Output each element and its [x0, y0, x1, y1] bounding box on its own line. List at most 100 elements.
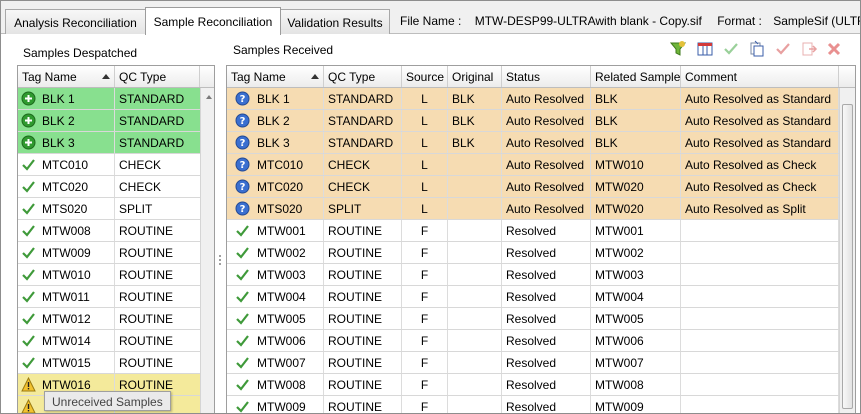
qc-type-cell: STANDARD — [119, 92, 185, 106]
tag-name-text: MTC020 — [257, 180, 304, 194]
svg-text:?: ? — [240, 160, 246, 171]
despatched-row[interactable]: MTS020 SPLIT — [18, 198, 200, 220]
qc-type-cell: ROUTINE — [324, 264, 402, 285]
tag-name-cell: MTW006 — [227, 330, 324, 351]
received-row[interactable]: ? BLK 1 STANDARD L BLK Auto Resolved BLK Auto R… — [227, 88, 839, 110]
accept-icon[interactable] — [722, 40, 740, 58]
file-name-label: File Name : — [400, 14, 462, 28]
despatched-col-qc-type[interactable]: QC Type — [115, 66, 200, 87]
received-row[interactable]: MTW009 ROUTINE F Resolved MTW009 — [227, 396, 839, 413]
received-scrollbar-thumb[interactable] — [842, 104, 853, 409]
despatched-row[interactable]: MTW008 ROUTINE — [18, 220, 200, 242]
tab-sample-reconciliation[interactable]: Sample Reconciliation — [145, 7, 281, 35]
tag-name-cell: MTS020 — [18, 198, 115, 219]
related-sample-cell: MTW005 — [591, 308, 681, 329]
received-row[interactable]: MTW003 ROUTINE F Resolved MTW003 — [227, 264, 839, 286]
tag-name-cell: MTW005 — [227, 308, 324, 329]
received-row[interactable]: MTW007 ROUTINE F Resolved MTW007 — [227, 352, 839, 374]
scroll-up-arrow-icon[interactable] — [206, 95, 212, 99]
original-cell — [448, 352, 502, 373]
comment-cell: Auto Resolved as Standard — [681, 132, 839, 153]
tag-name-cell: BLK 1 — [18, 88, 115, 109]
despatched-row[interactable]: MTW010 ROUTINE — [18, 264, 200, 286]
received-row[interactable]: ? BLK 2 STANDARD L BLK Auto Resolved BLK Auto R… — [227, 110, 839, 132]
received-col-qc-type[interactable]: QC Type — [324, 66, 402, 87]
related-sample-cell: MTW010 — [591, 154, 681, 175]
despatched-row[interactable]: MTW011 ROUTINE — [18, 286, 200, 308]
received-row[interactable]: MTW004 ROUTINE F Resolved MTW004 — [227, 286, 839, 308]
original-cell: BLK — [448, 132, 502, 153]
original-cell — [448, 330, 502, 351]
status-cell: Auto Resolved — [502, 88, 591, 109]
despatched-row[interactable]: MTW014 ROUTINE — [18, 330, 200, 352]
despatched-row[interactable]: BLK 2 STANDARD — [18, 110, 200, 132]
tag-name-cell: MTC020 — [18, 176, 115, 197]
received-row[interactable]: MTW005 ROUTINE F Resolved MTW005 — [227, 308, 839, 330]
comment-cell: Auto Resolved as Standard — [681, 110, 839, 131]
received-col-original[interactable]: Original — [448, 66, 502, 87]
qc-type-cell: ROUTINE — [324, 308, 402, 329]
received-col-status[interactable]: Status — [502, 66, 591, 87]
tag-name-cell: MTW007 — [227, 352, 324, 373]
tag-name-cell: MTW003 — [227, 264, 324, 285]
despatched-row[interactable]: BLK 1 STANDARD — [18, 88, 200, 110]
despatched-col-tag-name[interactable]: Tag Name — [18, 66, 115, 87]
qc-type-cell: ROUTINE — [119, 268, 173, 282]
source-cell: F — [402, 264, 448, 285]
status-cell: Resolved — [502, 220, 591, 241]
tab-analysis-reconciliation[interactable]: Analysis Reconciliation — [5, 9, 146, 34]
received-col-comment[interactable]: Comment — [681, 66, 839, 87]
despatched-row[interactable]: MTW015 ROUTINE — [18, 352, 200, 374]
qc-type-cell: CHECK — [324, 154, 402, 175]
check-icon — [235, 399, 250, 413]
received-row[interactable]: MTW006 ROUTINE F Resolved MTW006 — [227, 330, 839, 352]
reconciliation-window: Analysis Reconciliation Sample Reconcili… — [0, 0, 861, 414]
qc-type-cell: CHECK — [119, 158, 162, 172]
despatched-row[interactable]: BLK 3 STANDARD — [18, 132, 200, 154]
received-scrollbar[interactable] — [839, 88, 855, 413]
status-cell: Auto Resolved — [502, 132, 591, 153]
received-col-tag-name[interactable]: Tag Name — [227, 66, 324, 87]
received-title: Samples Received — [233, 43, 334, 57]
question-icon: ? — [235, 91, 250, 106]
original-cell — [448, 242, 502, 263]
received-row[interactable]: ? MTC010 CHECK L Auto Resolved MTW010 Auto Res… — [227, 154, 839, 176]
export-icon[interactable] — [800, 40, 818, 58]
filter-icon[interactable] — [669, 40, 687, 58]
received-row[interactable]: ? BLK 3 STANDARD L BLK Auto Resolved BLK Auto R… — [227, 132, 839, 154]
comment-cell: Auto Resolved as Check — [681, 176, 839, 197]
despatched-row[interactable]: MTW012 ROUTINE — [18, 308, 200, 330]
tag-name-text: BLK 1 — [42, 92, 75, 106]
source-cell: F — [402, 330, 448, 351]
source-cell: F — [402, 242, 448, 263]
related-sample-cell: MTW007 — [591, 352, 681, 373]
despatched-scrollbar[interactable] — [200, 88, 214, 413]
added-icon — [21, 113, 36, 128]
check-icon — [21, 179, 36, 194]
check-icon — [235, 333, 250, 348]
received-col-source[interactable]: Source — [402, 66, 448, 87]
tab-validation-results[interactable]: Validation Results — [280, 9, 390, 34]
despatched-row[interactable]: MTW009 ROUTINE — [18, 242, 200, 264]
qc-type-cell: ROUTINE — [324, 242, 402, 263]
qc-type-cell: STANDARD — [324, 132, 402, 153]
received-grid: Tag Name QC Type Source Original Status … — [226, 65, 856, 413]
delete-icon[interactable] — [825, 40, 843, 58]
despatched-header: Tag Name QC Type — [18, 66, 214, 88]
panel-splitter[interactable] — [215, 37, 225, 413]
qc-type-cell: SPLIT — [119, 202, 153, 216]
received-row[interactable]: MTW008 ROUTINE F Resolved MTW008 — [227, 374, 839, 396]
tag-name-cell: MTW008 — [18, 220, 115, 241]
despatched-row[interactable]: MTC020 CHECK — [18, 176, 200, 198]
reject-icon[interactable] — [774, 40, 792, 58]
received-col-related-sample[interactable]: Related Sample — [591, 66, 681, 87]
copy-icon[interactable] — [748, 40, 766, 58]
received-row[interactable]: ? MTS020 SPLIT L Auto Resolved MTW020 Auto Res… — [227, 198, 839, 220]
received-row[interactable]: MTW001 ROUTINE F Resolved MTW001 — [227, 220, 839, 242]
despatched-row[interactable]: MTC010 CHECK — [18, 154, 200, 176]
added-icon — [21, 135, 36, 150]
received-row[interactable]: MTW002 ROUTINE F Resolved MTW002 — [227, 242, 839, 264]
qc-type-cell: ROUTINE — [119, 334, 173, 348]
column-chooser-icon[interactable] — [696, 40, 714, 58]
received-row[interactable]: ? MTC020 CHECK L Auto Resolved MTW020 Auto Res… — [227, 176, 839, 198]
